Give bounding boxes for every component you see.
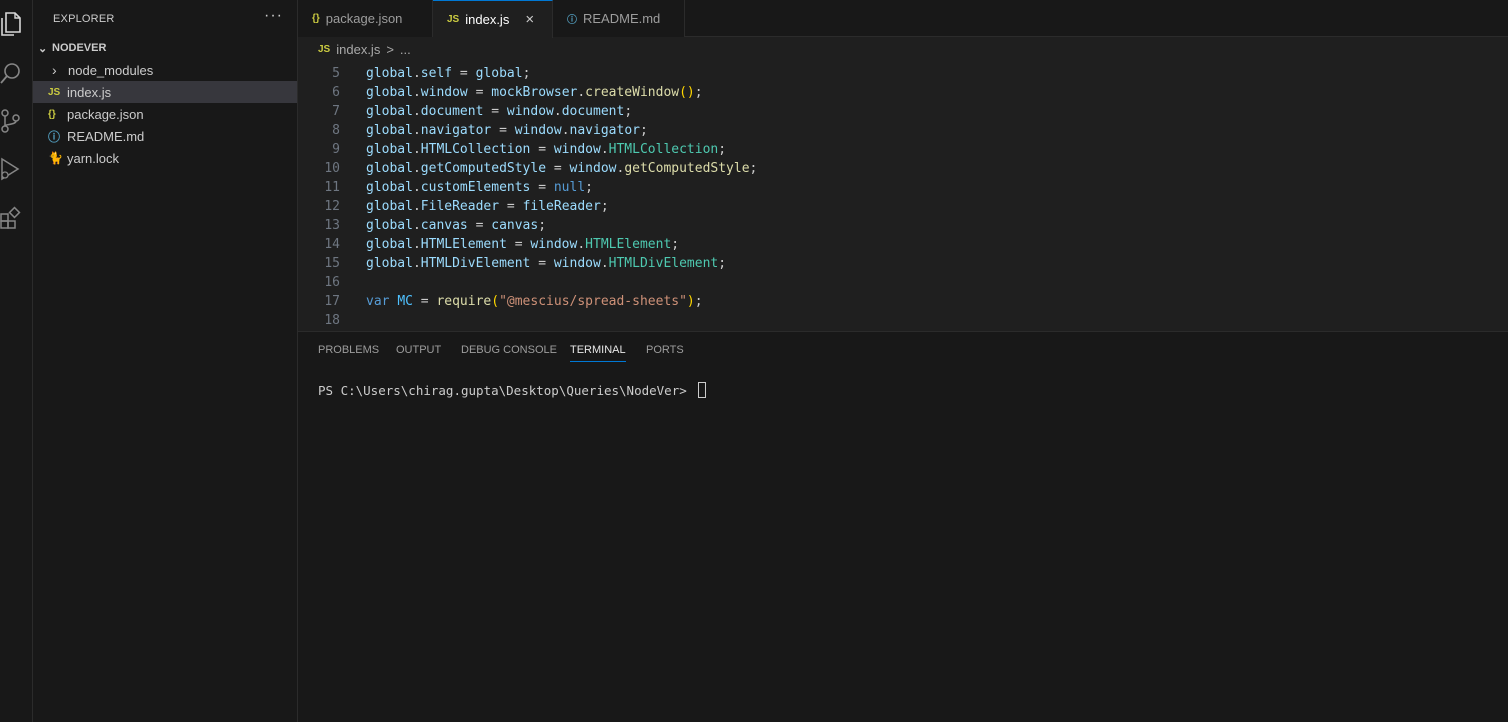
breadcrumb-file[interactable]: index.js xyxy=(336,42,380,57)
search-icon[interactable] xyxy=(0,62,24,86)
folder-name: NODEVER xyxy=(52,42,107,54)
terminal[interactable]: PS C:\Users\chirag.gupta\Desktop\Queries… xyxy=(318,382,707,398)
tree-item-label: package.json xyxy=(67,106,144,122)
explorer-title: EXPLORER xyxy=(53,13,115,25)
tree-item-label: index.js xyxy=(67,84,112,100)
source-control-icon[interactable] xyxy=(0,109,24,133)
line-number: 13 xyxy=(324,218,340,233)
code-text: global.canvas = canvas; xyxy=(366,218,547,233)
code-line: 14 global.HTMLElement = window.HTMLElemen… xyxy=(298,235,1508,254)
explorer-sidebar: EXPLORER ··· ⌄ NODEVER › node_modules JS in… xyxy=(33,0,298,722)
js-file-icon: JS xyxy=(447,14,460,25)
code-text: global.navigator = window.navigator; xyxy=(366,123,648,138)
line-number: 18 xyxy=(324,313,340,328)
panel-tab-output[interactable]: OUTPUT xyxy=(396,344,441,362)
tree-item-node-modules[interactable]: › node_modules xyxy=(33,59,297,81)
code-text: global.HTMLCollection = window.HTMLColle… xyxy=(366,142,727,157)
panel-tab-ports[interactable]: PORTS xyxy=(646,344,684,362)
line-number: 7 xyxy=(332,104,340,119)
code-text: global.getComputedStyle = window.getComp… xyxy=(366,161,758,176)
editor-area: {} package.json JS index.js × ⓘ README.md JS i… xyxy=(298,0,1508,722)
tree-item-yarn-lock[interactable]: 🐈 yarn.lock xyxy=(33,147,297,169)
code-line: 18 xyxy=(298,311,1508,330)
line-number: 14 xyxy=(324,237,340,252)
code-line: 17 var MC = require("@mescius/spread-shee… xyxy=(298,292,1508,311)
tree-item-label: README.md xyxy=(67,128,145,144)
code-line: 10 global.getComputedStyle = window.getCo… xyxy=(298,159,1508,178)
tree-item-label: node_modules xyxy=(68,62,154,78)
bottom-panel: PROBLEMS OUTPUT DEBUG CONSOLE TERMINAL PORTS… xyxy=(298,331,1508,722)
code-text: global.window = mockBrowser.createWindow… xyxy=(366,85,703,100)
tab-label: README.md xyxy=(583,11,661,26)
breadcrumb-separator: > xyxy=(386,41,394,57)
line-number: 6 xyxy=(332,85,340,100)
json-file-icon: {} xyxy=(48,108,56,120)
code-line: 16 xyxy=(298,273,1508,292)
code-line: 11 global.customElements = null; xyxy=(298,178,1508,197)
code-text: global.document = window.document; xyxy=(366,104,633,119)
line-number: 17 xyxy=(324,294,340,309)
code-line: 15 global.HTMLDivElement = window.HTMLDiv… xyxy=(298,254,1508,273)
code-line: 9 global.HTMLCollection = window.HTMLColl… xyxy=(298,140,1508,159)
tree-item-index-js[interactable]: JS index.js xyxy=(33,81,297,103)
code-line: 12 global.FileReader = fileReader; xyxy=(298,197,1508,216)
line-number: 5 xyxy=(332,66,340,81)
code-text: global.FileReader = fileReader; xyxy=(366,199,609,214)
terminal-cursor xyxy=(698,382,707,398)
tree-item-package-json[interactable]: {} package.json xyxy=(33,103,297,125)
line-number: 16 xyxy=(324,275,340,290)
js-file-icon: JS xyxy=(48,86,61,98)
panel-tab-debug-console[interactable]: DEBUG CONSOLE xyxy=(461,344,557,362)
explorer-icon[interactable] xyxy=(0,12,24,36)
activity-bar xyxy=(0,0,33,722)
panel-tab-problems[interactable]: PROBLEMS xyxy=(318,344,379,362)
code-line: 6 global.window = mockBrowser.createWindo… xyxy=(298,83,1508,102)
yarn-icon: 🐈 xyxy=(48,151,63,165)
code-line: 7 global.document = window.document; xyxy=(298,102,1508,121)
chevron-right-icon: › xyxy=(52,62,57,78)
extensions-icon[interactable] xyxy=(0,206,24,230)
line-number: 15 xyxy=(324,256,340,271)
info-icon: ⓘ xyxy=(48,129,61,144)
panel-tab-terminal[interactable]: TERMINAL xyxy=(570,344,626,362)
line-number: 8 xyxy=(332,123,340,138)
info-icon: ⓘ xyxy=(567,15,577,26)
code-line: 5 global.self = global; xyxy=(298,64,1508,83)
line-number: 10 xyxy=(324,161,340,176)
folder-header-nodever[interactable]: ⌄ NODEVER xyxy=(33,38,297,58)
tab-index-js[interactable]: JS index.js × xyxy=(433,0,553,38)
code-line: 13 global.canvas = canvas; xyxy=(298,216,1508,235)
json-file-icon: {} xyxy=(312,13,320,24)
tree-item-label: yarn.lock xyxy=(67,150,120,166)
terminal-prompt: PS C:\Users\chirag.gupta\Desktop\Queries… xyxy=(318,382,695,398)
tab-package-json[interactable]: {} package.json xyxy=(298,0,433,37)
chevron-down-icon: ⌄ xyxy=(38,42,48,55)
tab-label: package.json xyxy=(325,11,403,26)
line-number: 9 xyxy=(332,142,340,157)
tree-item-readme-md[interactable]: ⓘ README.md xyxy=(33,125,297,147)
code-text: global.customElements = null; xyxy=(366,180,593,195)
code-text: global.HTMLDivElement = window.HTMLDivEl… xyxy=(366,256,727,271)
js-file-icon: JS xyxy=(318,43,331,55)
breadcrumb-more[interactable]: ... xyxy=(400,42,411,57)
line-number: 11 xyxy=(324,180,340,195)
line-number: 12 xyxy=(324,199,340,214)
code-text: global.self = global; xyxy=(366,66,531,81)
breadcrumb: JS index.js > ... xyxy=(298,38,1508,60)
tab-label: index.js xyxy=(465,12,510,27)
code-line: 8 global.navigator = window.navigator; xyxy=(298,121,1508,140)
tab-readme-md[interactable]: ⓘ README.md xyxy=(553,0,685,37)
code-text: var MC = require("@mescius/spread-sheets… xyxy=(366,294,703,309)
code-text: global.HTMLElement = window.HTMLElement; xyxy=(366,237,680,252)
run-debug-icon[interactable] xyxy=(0,157,24,181)
more-actions-icon[interactable]: ··· xyxy=(264,7,283,25)
close-icon[interactable]: × xyxy=(525,11,534,28)
code-editor[interactable]: 5 global.self = global; 6 global.window = m… xyxy=(298,64,1508,331)
editor-tabs: {} package.json JS index.js × ⓘ README.md xyxy=(298,0,1508,38)
